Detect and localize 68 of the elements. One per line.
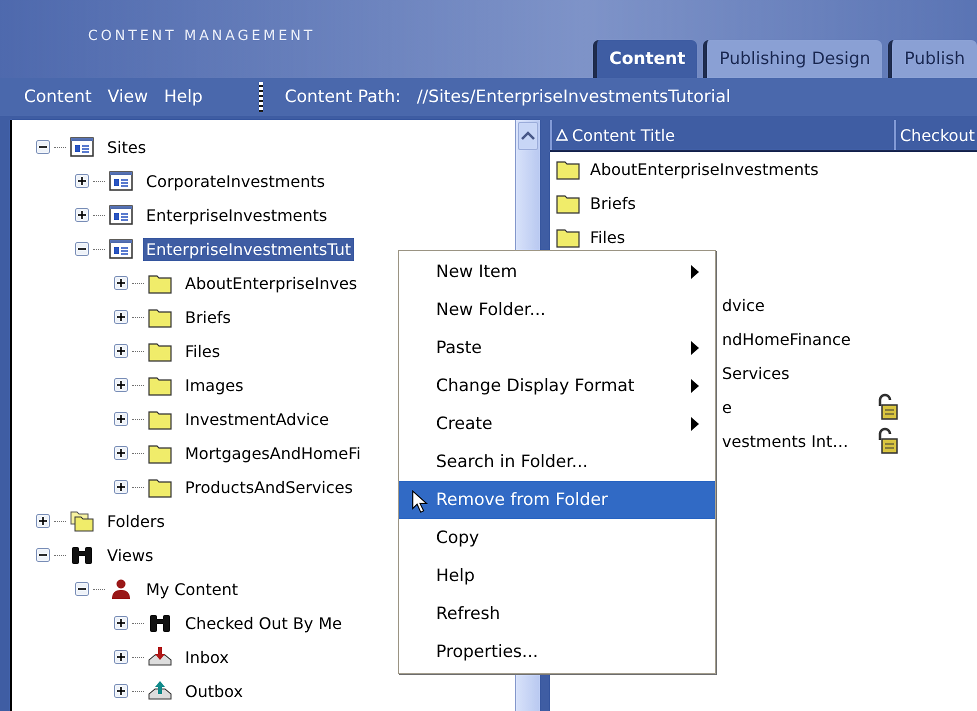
menu-item[interactable]: View <box>108 87 148 107</box>
tree-item[interactable]: My Content <box>143 578 241 600</box>
expand-icon[interactable] <box>114 616 128 630</box>
tab[interactable]: Publishing Design <box>703 40 882 78</box>
site-icon <box>109 238 133 260</box>
tab[interactable]: Publish <box>888 40 977 78</box>
scroll-up-icon[interactable] <box>521 131 535 141</box>
collapse-icon[interactable] <box>36 140 50 154</box>
collapse-icon[interactable] <box>75 242 89 256</box>
sort-ascending-icon <box>556 129 568 141</box>
mouse-cursor-icon <box>412 490 428 514</box>
tree-item[interactable]: Inbox <box>182 646 232 668</box>
toolbar-grip <box>258 82 263 112</box>
collapse-icon[interactable] <box>36 548 50 562</box>
expand-icon[interactable] <box>114 650 128 664</box>
tree-item[interactable]: Briefs <box>182 306 234 328</box>
site-icon <box>109 170 133 192</box>
inbox-icon <box>148 646 172 668</box>
menu-item[interactable]: Help <box>164 87 203 107</box>
list-item[interactable]: e <box>722 398 876 416</box>
tree-item[interactable]: Folders <box>104 510 168 532</box>
tree-item[interactable]: InvestmentAdvice <box>182 408 332 430</box>
tree-item[interactable]: EnterpriseInvestmentsTut <box>143 238 354 260</box>
tree-item[interactable]: Checked Out By Me <box>182 612 346 634</box>
column-header[interactable]: Checkout <box>894 120 977 150</box>
tree-item[interactable]: Outbox <box>182 680 246 702</box>
list-item[interactable]: vestments Int… <box>722 432 876 450</box>
path-label: Content Path: <box>284 87 401 107</box>
expand-icon[interactable] <box>114 684 128 698</box>
tree-item[interactable]: CorporateInvestments <box>143 170 328 192</box>
folders-icon <box>70 510 94 532</box>
collapse-icon[interactable] <box>75 582 89 596</box>
site-icon <box>70 136 94 158</box>
expand-icon[interactable] <box>114 412 128 426</box>
list-item[interactable]: AboutEnterpriseInvestments <box>590 160 910 178</box>
tree-item[interactable]: EnterpriseInvestments <box>143 204 330 226</box>
menu-item[interactable]: Content <box>24 87 92 107</box>
content-path: //Sites/EnterpriseInvestmentsTutorial <box>416 87 731 107</box>
open-padlock-icon <box>876 393 898 421</box>
tab[interactable]: Content <box>593 40 698 78</box>
site-icon <box>109 204 133 226</box>
tree-item[interactable]: Views <box>104 544 156 566</box>
context-menu-item[interactable]: Remove from Folder <box>399 481 715 519</box>
column-header[interactable]: Content Title <box>550 120 894 150</box>
tree-item[interactable]: ProductsAndServices <box>182 476 356 498</box>
list-item[interactable]: Files <box>590 228 910 246</box>
tree-item[interactable]: Files <box>182 340 224 362</box>
tree-item[interactable]: Images <box>182 374 246 396</box>
tree-item[interactable]: Sites <box>104 136 150 158</box>
expand-icon[interactable] <box>114 378 128 392</box>
expand-icon[interactable] <box>114 310 128 324</box>
list-item[interactable]: ndHomeFinance <box>722 330 876 348</box>
open-padlock-icon <box>876 427 898 455</box>
expand-icon[interactable] <box>114 276 128 290</box>
expand-icon[interactable] <box>75 208 89 222</box>
expand-icon[interactable] <box>36 514 50 528</box>
expand-icon[interactable] <box>75 174 89 188</box>
tree-item[interactable]: AboutEnterpriseInves <box>182 272 360 294</box>
expand-icon[interactable] <box>114 344 128 358</box>
product-name: CONTENT MANAGEMENT <box>88 28 316 44</box>
tree-item[interactable]: MortgagesAndHomeFi <box>182 442 364 464</box>
outbox-icon <box>148 680 172 702</box>
expand-icon[interactable] <box>114 480 128 494</box>
person-icon <box>109 578 133 600</box>
list-item[interactable]: Briefs <box>590 194 910 212</box>
list-item[interactable]: Services <box>722 364 876 382</box>
list-item[interactable]: dvice <box>722 296 876 314</box>
expand-icon[interactable] <box>114 446 128 460</box>
